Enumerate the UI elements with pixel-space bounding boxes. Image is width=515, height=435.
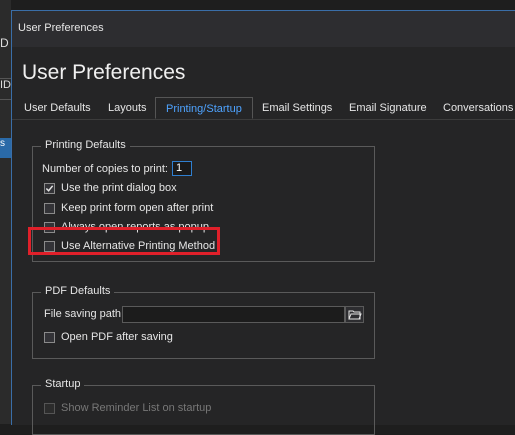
show-reminder-checkbox (44, 402, 55, 414)
printing-startup-panel: Printing Defaults Number of copies to pr… (12, 120, 515, 435)
copies-label: Number of copies to print: (42, 162, 168, 175)
tab-conversations[interactable]: Conversations (443, 97, 513, 119)
file-path-input[interactable] (122, 306, 345, 323)
tab-layouts[interactable]: Layouts (108, 97, 147, 119)
checkmark-icon (45, 184, 54, 192)
keep-form-open-label: Keep print form open after print (61, 202, 214, 214)
tab-email-signature[interactable]: Email Signature (349, 97, 427, 119)
title-bar: User Preferences (12, 11, 515, 47)
copies-input[interactable]: 1 (171, 161, 192, 176)
group-legend: PDF Defaults (41, 285, 115, 297)
background-window-selected-row: s (0, 138, 11, 158)
background-window-label: D (0, 36, 9, 50)
use-print-dialog-label: Use the print dialog box (61, 182, 177, 194)
file-path-label-row: File saving path: (44, 308, 124, 320)
tab-strip: User Defaults Layouts Printing/Startup E… (12, 97, 515, 120)
open-reports-popup-label: Always open reports as popup (61, 221, 209, 233)
startup-group: Startup Show Reminder List on startup (32, 378, 375, 435)
open-reports-popup-option[interactable]: Always open reports as popup (44, 221, 209, 233)
window-title: User Preferences (18, 22, 104, 34)
tab-email-settings[interactable]: Email Settings (262, 97, 332, 119)
tab-user-defaults[interactable]: User Defaults (24, 97, 91, 119)
open-pdf-label: Open PDF after saving (61, 331, 173, 343)
background-window: D ID s (0, 0, 11, 424)
open-pdf-option[interactable]: Open PDF after saving (44, 331, 173, 343)
open-pdf-checkbox[interactable] (44, 331, 55, 343)
copies-row: Number of copies to print: 1 (42, 161, 192, 176)
use-print-dialog-option[interactable]: Use the print dialog box (44, 182, 177, 194)
page-title: User Preferences (22, 61, 186, 84)
file-path-label: File saving path: (44, 308, 125, 320)
show-reminder-option: Show Reminder List on startup (44, 402, 211, 414)
printing-defaults-group: Printing Defaults Number of copies to pr… (32, 139, 375, 262)
group-legend: Startup (41, 378, 85, 390)
alternative-printing-label: Use Alternative Printing Method (61, 240, 216, 252)
group-legend: Printing Defaults (41, 139, 130, 151)
browse-folder-button[interactable] (345, 306, 364, 323)
alternative-printing-checkbox[interactable] (44, 240, 55, 252)
user-preferences-dialog: User Preferences User Preferences User D… (11, 10, 515, 435)
show-reminder-label: Show Reminder List on startup (61, 402, 212, 414)
use-print-dialog-checkbox[interactable] (44, 182, 55, 194)
keep-form-open-option[interactable]: Keep print form open after print (44, 202, 213, 214)
folder-icon (347, 310, 362, 320)
background-window-field: ID (0, 78, 11, 100)
open-reports-popup-checkbox[interactable] (44, 221, 55, 233)
pdf-defaults-group: PDF Defaults File saving path: Open PDF … (32, 285, 375, 359)
keep-form-open-checkbox[interactable] (44, 202, 55, 214)
alternative-printing-option[interactable]: Use Alternative Printing Method (44, 240, 215, 252)
tab-printing-startup[interactable]: Printing/Startup (155, 97, 253, 119)
